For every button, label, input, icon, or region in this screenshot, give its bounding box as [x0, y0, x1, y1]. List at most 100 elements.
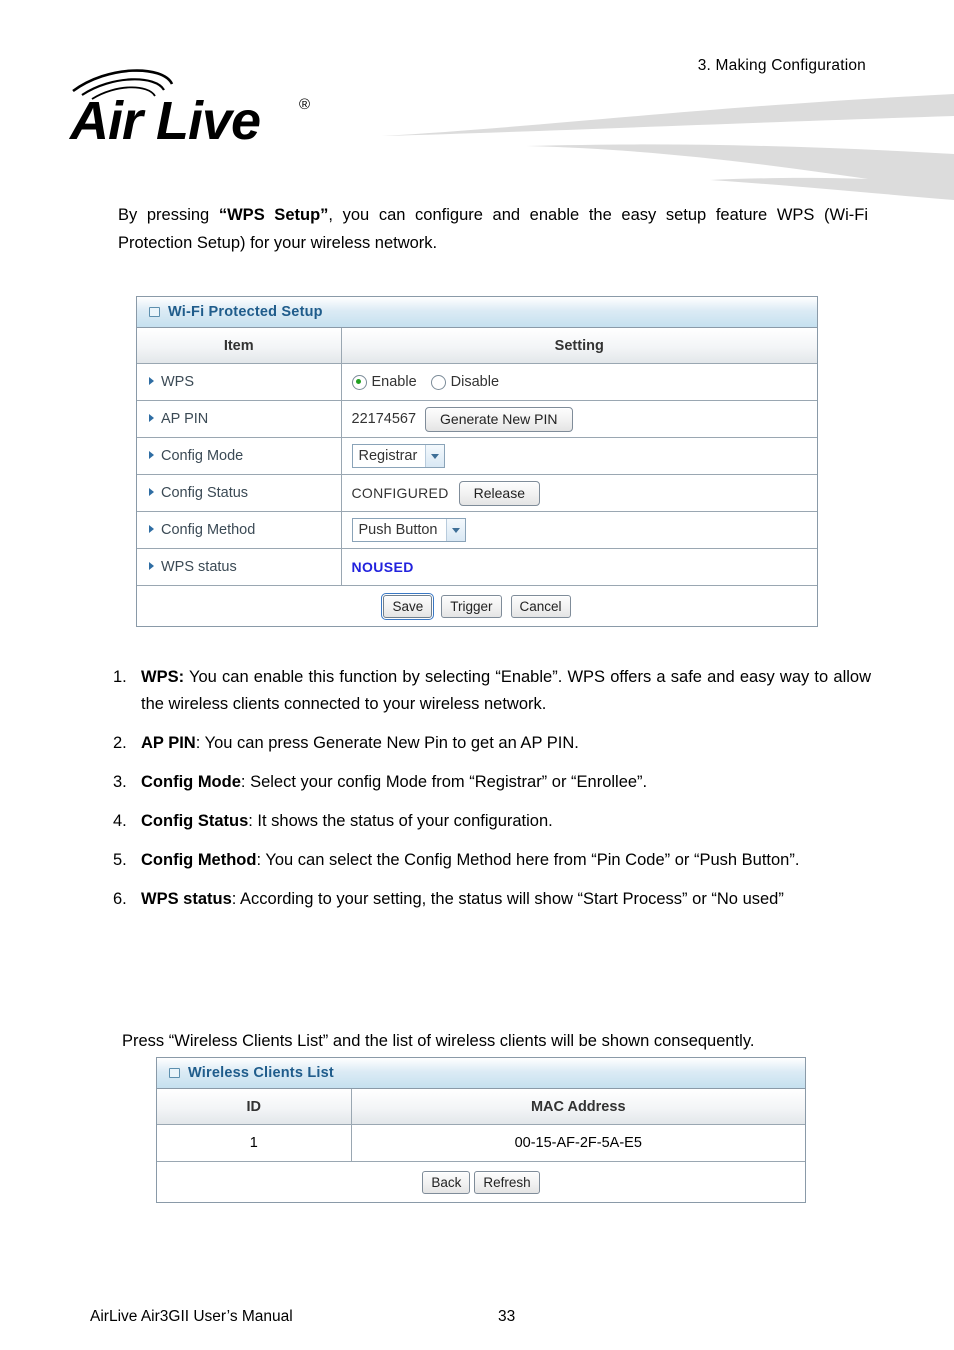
radio-label-disable[interactable]: Disable [451, 374, 499, 390]
list-item-text: AP PIN: You can press Generate New Pin t… [141, 730, 871, 757]
clients-action-bar: Back Refresh [157, 1162, 805, 1202]
wireless-clients-intro: Press “Wireless Clients List” and the li… [122, 1031, 755, 1050]
list-item-body: : You can press Generate New Pin to get … [195, 734, 579, 752]
clients-actions-cell: Back Refresh [157, 1162, 805, 1202]
list-item-number: 6. [113, 890, 127, 908]
column-header-mac-address: MAC Address [351, 1089, 805, 1125]
radio-wps-disable[interactable] [430, 374, 446, 390]
panel-title-text: Wi-Fi Protected Setup [168, 304, 323, 320]
table-row-config-status: Config Status CONFIGURED Release [137, 474, 817, 512]
wps-field-descriptions: 1. WPS: You can enable this function by … [113, 664, 871, 925]
bullet-triangle-icon [149, 414, 154, 423]
trigger-button[interactable]: Trigger [441, 594, 502, 618]
save-button[interactable]: Save [381, 592, 435, 620]
bullet-triangle-icon [149, 451, 154, 460]
config-method-selected-value: Push Button [358, 522, 438, 538]
row-setting-ap-pin: 22174567 Generate New PIN [341, 400, 817, 438]
table-header-row: Item Setting [137, 328, 817, 364]
table-row-ap-pin: AP PIN 22174567 Generate New PIN [137, 400, 817, 438]
config-method-select[interactable]: Push Button [351, 518, 466, 542]
panel-title-bar: Wi-Fi Protected Setup [137, 297, 817, 328]
row-label-wps-status: WPS status [137, 548, 342, 586]
list-item-term: WPS status [141, 890, 232, 908]
list-item: 5. Config Method: You can select the Con… [113, 847, 871, 874]
list-item-text: WPS status: According to your setting, t… [141, 886, 871, 913]
radio-wps-enable[interactable] [351, 374, 367, 390]
row-label-ap-pin: AP PIN [137, 400, 342, 438]
row-label-config-method: Config Method [137, 511, 342, 549]
list-item-text: Config Status: It shows the status of yo… [141, 808, 871, 835]
list-item-number: 1. [113, 668, 127, 686]
list-item-term: Config Mode [141, 773, 241, 791]
list-item-term: AP PIN [141, 734, 196, 752]
bullet-triangle-icon [149, 377, 154, 386]
list-item: 1. WPS: You can enable this function by … [113, 664, 871, 718]
list-item-body: : You can select the Config Method here … [256, 851, 800, 869]
actions-cell: Save Trigger Cancel [137, 586, 817, 626]
row-label-wps-status-text: WPS status [161, 559, 237, 575]
row-label-config-method-text: Config Method [161, 522, 256, 538]
chevron-down-icon[interactable] [425, 445, 445, 467]
release-button[interactable]: Release [458, 480, 540, 506]
list-item-body: : According to your setting, the status … [231, 890, 784, 908]
intro-text-part1: By pressing [118, 205, 219, 224]
list-item-text: WPS: You can enable this function by sel… [141, 664, 871, 718]
list-item: 4. Config Status: It shows the status of… [113, 808, 871, 835]
row-label-config-mode: Config Mode [137, 437, 342, 475]
chapter-heading: 3. Making Configuration [697, 57, 866, 74]
wifi-protected-setup-panel: Wi-Fi Protected Setup Item Setting WPS E… [136, 296, 818, 627]
row-setting-wps-status: NOUSED [341, 548, 817, 586]
row-setting-config-method: Push Button [341, 511, 817, 549]
list-item-term: Config Method [141, 851, 257, 869]
list-item-text: Config Mode: Select your config Mode fro… [141, 769, 871, 796]
row-label-wps-text: WPS [161, 374, 195, 390]
row-setting-config-status: CONFIGURED Release [341, 474, 817, 512]
config-status-value: CONFIGURED [351, 485, 449, 501]
clients-panel-title-bar: Wireless Clients List [157, 1058, 805, 1089]
list-item: 3. Config Mode: Select your config Mode … [113, 769, 871, 796]
list-item-body: You can enable this function by selectin… [141, 668, 871, 713]
header-swoosh-graphic [380, 88, 954, 200]
config-mode-select[interactable]: Registrar [351, 444, 446, 468]
clients-panel-title-text: Wireless Clients List [188, 1065, 334, 1081]
list-item-body: : It shows the status of your configurat… [248, 812, 553, 830]
table-row-wps-status: WPS status NOUSED [137, 548, 817, 586]
wireless-clients-table: ID MAC Address 1 00-15-AF-2F-5A-E5 Back … [157, 1089, 805, 1202]
row-label-wps: WPS [137, 363, 342, 401]
client-mac-cell: 00-15-AF-2F-5A-E5 [351, 1124, 805, 1162]
radio-label-enable[interactable]: Enable [372, 374, 417, 390]
footer-page-number: 33 [498, 1308, 516, 1325]
row-setting-config-mode: Registrar [341, 437, 817, 475]
list-item-term: Config Status [141, 812, 249, 830]
bullet-triangle-icon [149, 488, 154, 497]
svg-text:Air Live: Air Live [68, 91, 260, 151]
back-button[interactable]: Back [422, 1170, 471, 1194]
clients-table-actions-row: Back Refresh [157, 1162, 805, 1202]
collapse-box-icon[interactable] [149, 307, 160, 317]
row-label-ap-pin-text: AP PIN [161, 411, 209, 427]
list-item-body: : Select your config Mode from “Registra… [240, 773, 648, 791]
intro-paragraph: By pressing “WPS Setup”, you can configu… [118, 201, 868, 257]
table-row-config-mode: Config Mode Registrar [137, 437, 817, 475]
list-item-text: Config Method: You can select the Config… [141, 847, 871, 874]
column-header-item: Item [137, 328, 342, 364]
list-item-number: 5. [113, 851, 127, 869]
column-header-id: ID [157, 1089, 352, 1125]
bullet-triangle-icon [149, 525, 154, 534]
page-header: 3. Making Configuration Air Live ® [0, 0, 954, 200]
client-id-cell: 1 [157, 1124, 352, 1162]
wps-action-bar: Save Trigger Cancel [137, 586, 817, 626]
ap-pin-value: 22174567 [351, 411, 417, 427]
generate-new-pin-button[interactable]: Generate New PIN [425, 406, 573, 432]
chevron-down-icon[interactable] [445, 519, 465, 541]
wps-status-value: NOUSED [351, 559, 414, 575]
row-label-config-status-text: Config Status [161, 485, 249, 501]
wireless-clients-list-panel: Wireless Clients List ID MAC Address 1 0… [156, 1057, 806, 1203]
collapse-box-icon[interactable] [169, 1068, 180, 1078]
table-row: 1 00-15-AF-2F-5A-E5 [157, 1124, 805, 1162]
refresh-button[interactable]: Refresh [474, 1170, 540, 1194]
cancel-button[interactable]: Cancel [510, 594, 571, 618]
list-item: 6. WPS status: According to your setting… [113, 886, 871, 913]
registered-trademark-symbol: ® [299, 96, 310, 113]
row-label-config-status: Config Status [137, 474, 342, 512]
